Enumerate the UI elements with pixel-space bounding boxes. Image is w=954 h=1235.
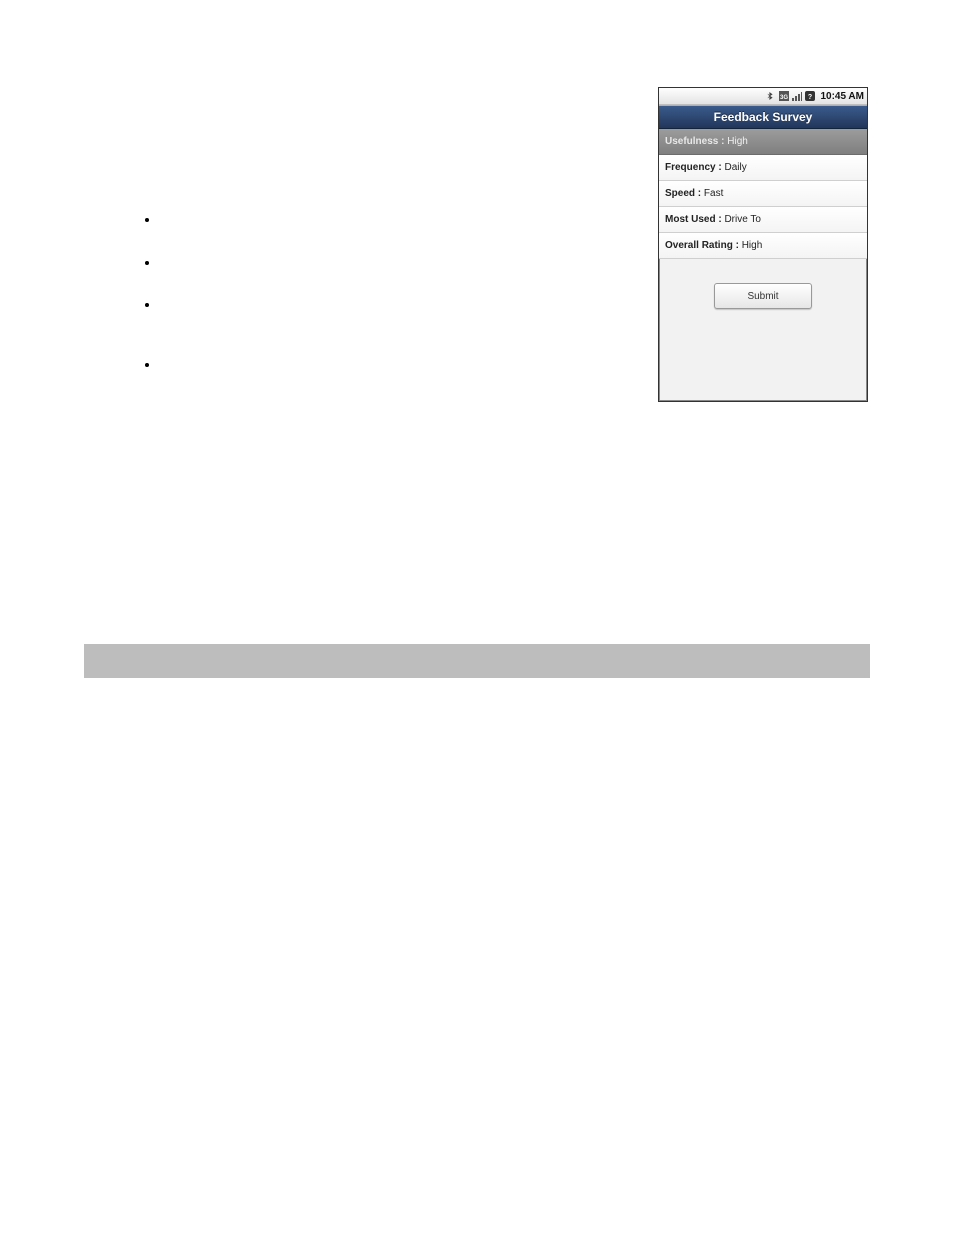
row-label: Speed :	[665, 188, 704, 199]
status-bar: 3G ? 10:45 AM	[659, 88, 867, 105]
row-value: High	[727, 136, 748, 147]
network-3g-icon: 3G	[779, 91, 789, 101]
left-bullet-list	[140, 214, 160, 369]
title-bar: Feedback Survey	[659, 105, 867, 129]
row-usefulness[interactable]: Usefulness : High	[659, 129, 867, 155]
submit-button[interactable]: Submit	[714, 283, 812, 309]
row-overall-rating[interactable]: Overall Rating : High	[659, 233, 867, 259]
row-value: Daily	[724, 162, 746, 173]
grey-strip	[84, 644, 870, 678]
row-label: Frequency :	[665, 162, 724, 173]
row-label: Most Used :	[665, 214, 724, 225]
status-time: 10:45 AM	[820, 91, 864, 102]
row-value: Drive To	[724, 214, 761, 225]
bluetooth-icon	[766, 91, 776, 101]
row-frequency[interactable]: Frequency : Daily	[659, 155, 867, 181]
svg-text:3G: 3G	[780, 95, 788, 101]
signal-icon	[792, 91, 802, 101]
row-label: Usefulness :	[665, 136, 727, 147]
row-label: Overall Rating :	[665, 240, 742, 251]
row-speed[interactable]: Speed : Fast	[659, 181, 867, 207]
row-value: Fast	[704, 188, 723, 199]
svg-text:?: ?	[808, 94, 812, 101]
row-value: High	[742, 240, 763, 251]
phone-screenshot: 3G ? 10:45 AM Feedback Survey Usefulness…	[658, 87, 868, 402]
help-icon: ?	[805, 91, 815, 101]
row-most-used[interactable]: Most Used : Drive To	[659, 207, 867, 233]
submit-area: Submit	[659, 259, 867, 309]
